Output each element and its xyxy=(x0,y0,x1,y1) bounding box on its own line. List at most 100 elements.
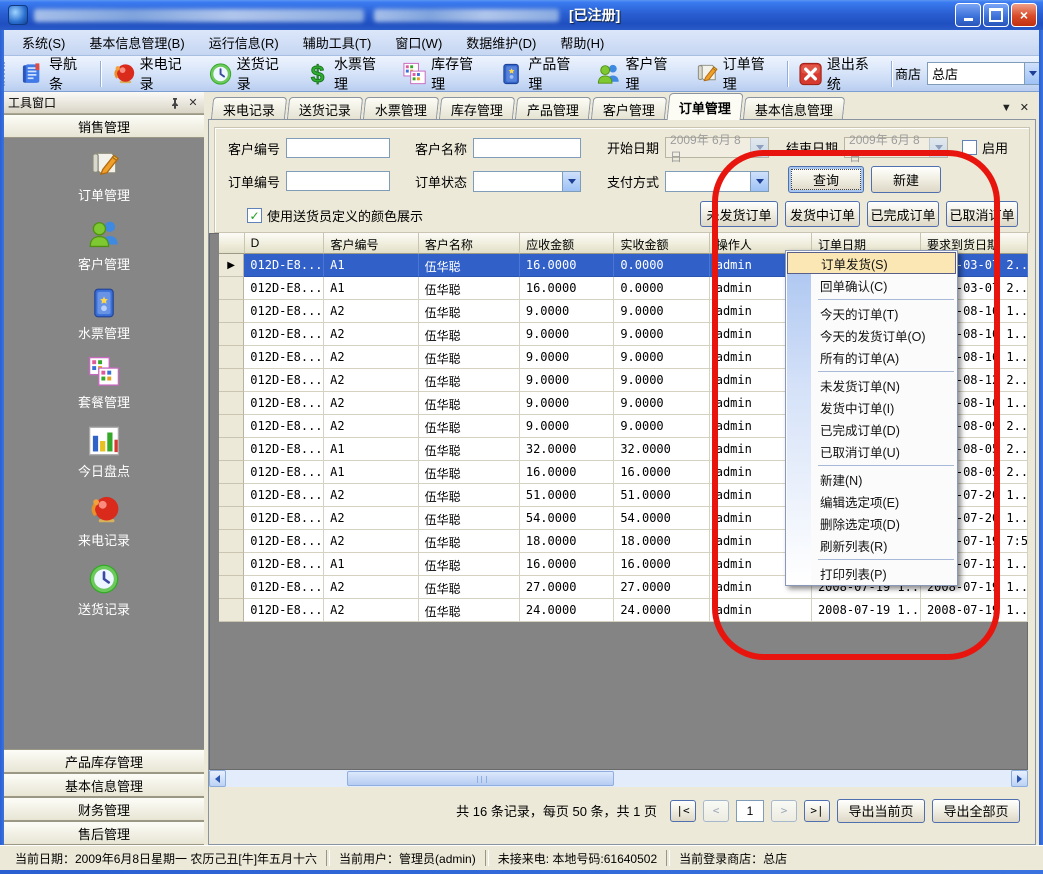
toolbar-button-bell[interactable]: 来电记录 xyxy=(104,52,201,96)
sidebar-item-grid[interactable]: 套餐管理 xyxy=(78,355,130,411)
context-menu-item[interactable]: 新建(N) xyxy=(786,468,957,490)
toolbar-button-dollar[interactable]: $水票管理 xyxy=(298,52,395,96)
row-selector-cell[interactable] xyxy=(219,300,244,323)
customer-name-input[interactable] xyxy=(473,138,581,158)
toolbar-button-product-book[interactable]: 产品管理 xyxy=(492,52,589,96)
maximize-button[interactable] xyxy=(983,3,1009,27)
minimize-button[interactable] xyxy=(955,3,981,27)
chevron-down-icon[interactable] xyxy=(929,138,947,157)
order-status-filter-button[interactable]: 发货中订单 xyxy=(785,201,860,227)
context-menu-item[interactable]: 已取消订单(U) xyxy=(786,440,957,462)
context-menu-item[interactable]: 刷新列表(R) xyxy=(786,534,957,556)
column-header[interactable]: 客户名称 xyxy=(419,233,520,254)
sidebar-section-button[interactable]: 售后管理 xyxy=(4,821,204,845)
end-date-picker[interactable]: 2009年 6月 8日 xyxy=(844,137,948,158)
context-menu-item[interactable]: 今天的发货订单(O) xyxy=(786,324,957,346)
sidebar-section-button[interactable]: 财务管理 xyxy=(4,797,204,821)
context-menu-item[interactable]: 所有的订单(A) xyxy=(786,346,957,368)
scrollbar-thumb[interactable] xyxy=(347,771,614,786)
close-button[interactable]: × xyxy=(1011,3,1037,27)
pin-icon[interactable] xyxy=(168,96,182,110)
context-menu-item[interactable]: 编辑选定项(E) xyxy=(786,490,957,512)
chevron-down-icon[interactable] xyxy=(750,172,768,191)
sidebar-section-button[interactable]: 基本信息管理 xyxy=(4,773,204,797)
pay-method-select[interactable] xyxy=(665,171,769,192)
first-page-button[interactable]: |< xyxy=(670,800,696,822)
next-page-button[interactable]: > xyxy=(771,800,797,822)
sidebar-item-people[interactable]: 客户管理 xyxy=(78,217,130,273)
sidebar-section-button[interactable]: 产品库存管理 xyxy=(4,749,204,773)
column-header[interactable]: 客户编号 xyxy=(324,233,418,254)
column-header[interactable]: 应收金额 xyxy=(520,233,614,254)
tab-scroll-down-icon[interactable]: ▼ xyxy=(1001,102,1012,114)
row-selector-cell[interactable] xyxy=(219,438,244,461)
close-tool-window-icon[interactable]: ✕ xyxy=(186,96,200,110)
toolbar-button-people[interactable]: 客户管理 xyxy=(589,52,686,96)
query-button[interactable]: 查询 xyxy=(788,166,864,193)
tab-产品管理[interactable]: 产品管理 xyxy=(515,97,591,120)
context-menu-item[interactable]: 未发货订单(N) xyxy=(786,374,957,396)
row-selector-cell[interactable] xyxy=(219,576,244,599)
toolbar-button-grid[interactable]: 库存管理 xyxy=(395,52,492,96)
row-selector-cell[interactable] xyxy=(219,415,244,438)
shop-combobox[interactable]: 总店 xyxy=(927,62,1043,85)
sidebar-item-clock[interactable]: 送货记录 xyxy=(78,562,130,618)
driver-color-checkbox[interactable]: ✓ xyxy=(247,208,262,223)
context-menu-item[interactable]: 今天的订单(T) xyxy=(786,302,957,324)
sidebar-section-sales[interactable]: 销售管理 xyxy=(4,114,204,138)
export-all-pages-button[interactable]: 导出全部页 xyxy=(932,799,1020,823)
prev-page-button[interactable]: < xyxy=(703,800,729,822)
row-selector-cell[interactable] xyxy=(219,323,244,346)
row-selector-cell[interactable] xyxy=(219,507,244,530)
order-no-input[interactable] xyxy=(286,171,390,191)
context-menu-item[interactable]: 删除选定项(D) xyxy=(786,512,957,534)
row-selector-cell[interactable] xyxy=(219,369,244,392)
row-selector-cell[interactable] xyxy=(219,484,244,507)
tab-库存管理[interactable]: 库存管理 xyxy=(439,97,515,120)
context-menu-item[interactable]: 订单发货(S) xyxy=(787,252,956,274)
sidebar-item-scroll-pen[interactable]: 订单管理 xyxy=(78,148,130,204)
page-number-input[interactable] xyxy=(736,800,764,822)
row-selector-cell[interactable]: ▶ xyxy=(219,254,244,277)
sidebar-item-ticket-card[interactable]: 水票管理 xyxy=(78,286,130,342)
row-selector-cell[interactable] xyxy=(219,346,244,369)
customer-no-input[interactable] xyxy=(286,138,390,158)
toolbar-button-clock[interactable]: 送货记录 xyxy=(201,52,298,96)
table-row[interactable]: 012D-E8...A2伍华聪24.000024.0000admin2008-0… xyxy=(219,599,1028,622)
chevron-down-icon[interactable] xyxy=(750,138,768,157)
context-menu-item[interactable]: 回单确认(C) xyxy=(786,274,957,296)
column-header[interactable]: 实收金额 xyxy=(614,233,709,254)
tab-客户管理[interactable]: 客户管理 xyxy=(591,97,667,120)
order-status-filter-button[interactable]: 已完成订单 xyxy=(867,201,939,227)
row-selector-cell[interactable] xyxy=(219,530,244,553)
toolbar-button-navbar-book[interactable]: 导航条 xyxy=(13,52,97,96)
horizontal-scrollbar[interactable] xyxy=(209,770,1028,787)
context-menu-item[interactable]: 已完成订单(D) xyxy=(786,418,957,440)
scroll-right-icon[interactable] xyxy=(1011,770,1028,787)
tab-订单管理[interactable]: 订单管理 xyxy=(667,93,744,120)
scroll-left-icon[interactable] xyxy=(209,770,226,787)
start-date-picker[interactable]: 2009年 6月 8日 xyxy=(665,137,769,158)
context-menu-item[interactable]: 打印列表(P) xyxy=(786,562,957,584)
toolbar-button-exit[interactable]: 退出系统 xyxy=(791,52,888,96)
row-selector-cell[interactable] xyxy=(219,599,244,622)
tab-水票管理[interactable]: 水票管理 xyxy=(363,97,439,120)
row-selector-cell[interactable] xyxy=(219,392,244,415)
order-status-select[interactable] xyxy=(473,171,581,192)
row-selector-cell[interactable] xyxy=(219,461,244,484)
tab-基本信息管理[interactable]: 基本信息管理 xyxy=(743,97,845,120)
new-button[interactable]: 新建 xyxy=(871,166,941,193)
column-header[interactable]: D xyxy=(245,233,325,254)
order-status-filter-button[interactable]: 未发货订单 xyxy=(700,201,778,227)
sidebar-item-bar-chart[interactable]: 今日盘点 xyxy=(78,424,130,480)
toolbar-button-scroll-pen[interactable]: 订单管理 xyxy=(687,52,784,96)
tab-close-icon[interactable]: ✕ xyxy=(1020,101,1029,114)
tab-送货记录[interactable]: 送货记录 xyxy=(287,97,363,120)
context-menu-item[interactable]: 发货中订单(I) xyxy=(786,396,957,418)
tab-来电记录[interactable]: 来电记录 xyxy=(211,97,287,120)
row-selector-cell[interactable] xyxy=(219,553,244,576)
enable-checkbox[interactable] xyxy=(962,140,977,155)
sidebar-item-bell[interactable]: 来电记录 xyxy=(78,493,130,549)
row-selector-cell[interactable] xyxy=(219,277,244,300)
chevron-down-icon[interactable] xyxy=(562,172,580,191)
